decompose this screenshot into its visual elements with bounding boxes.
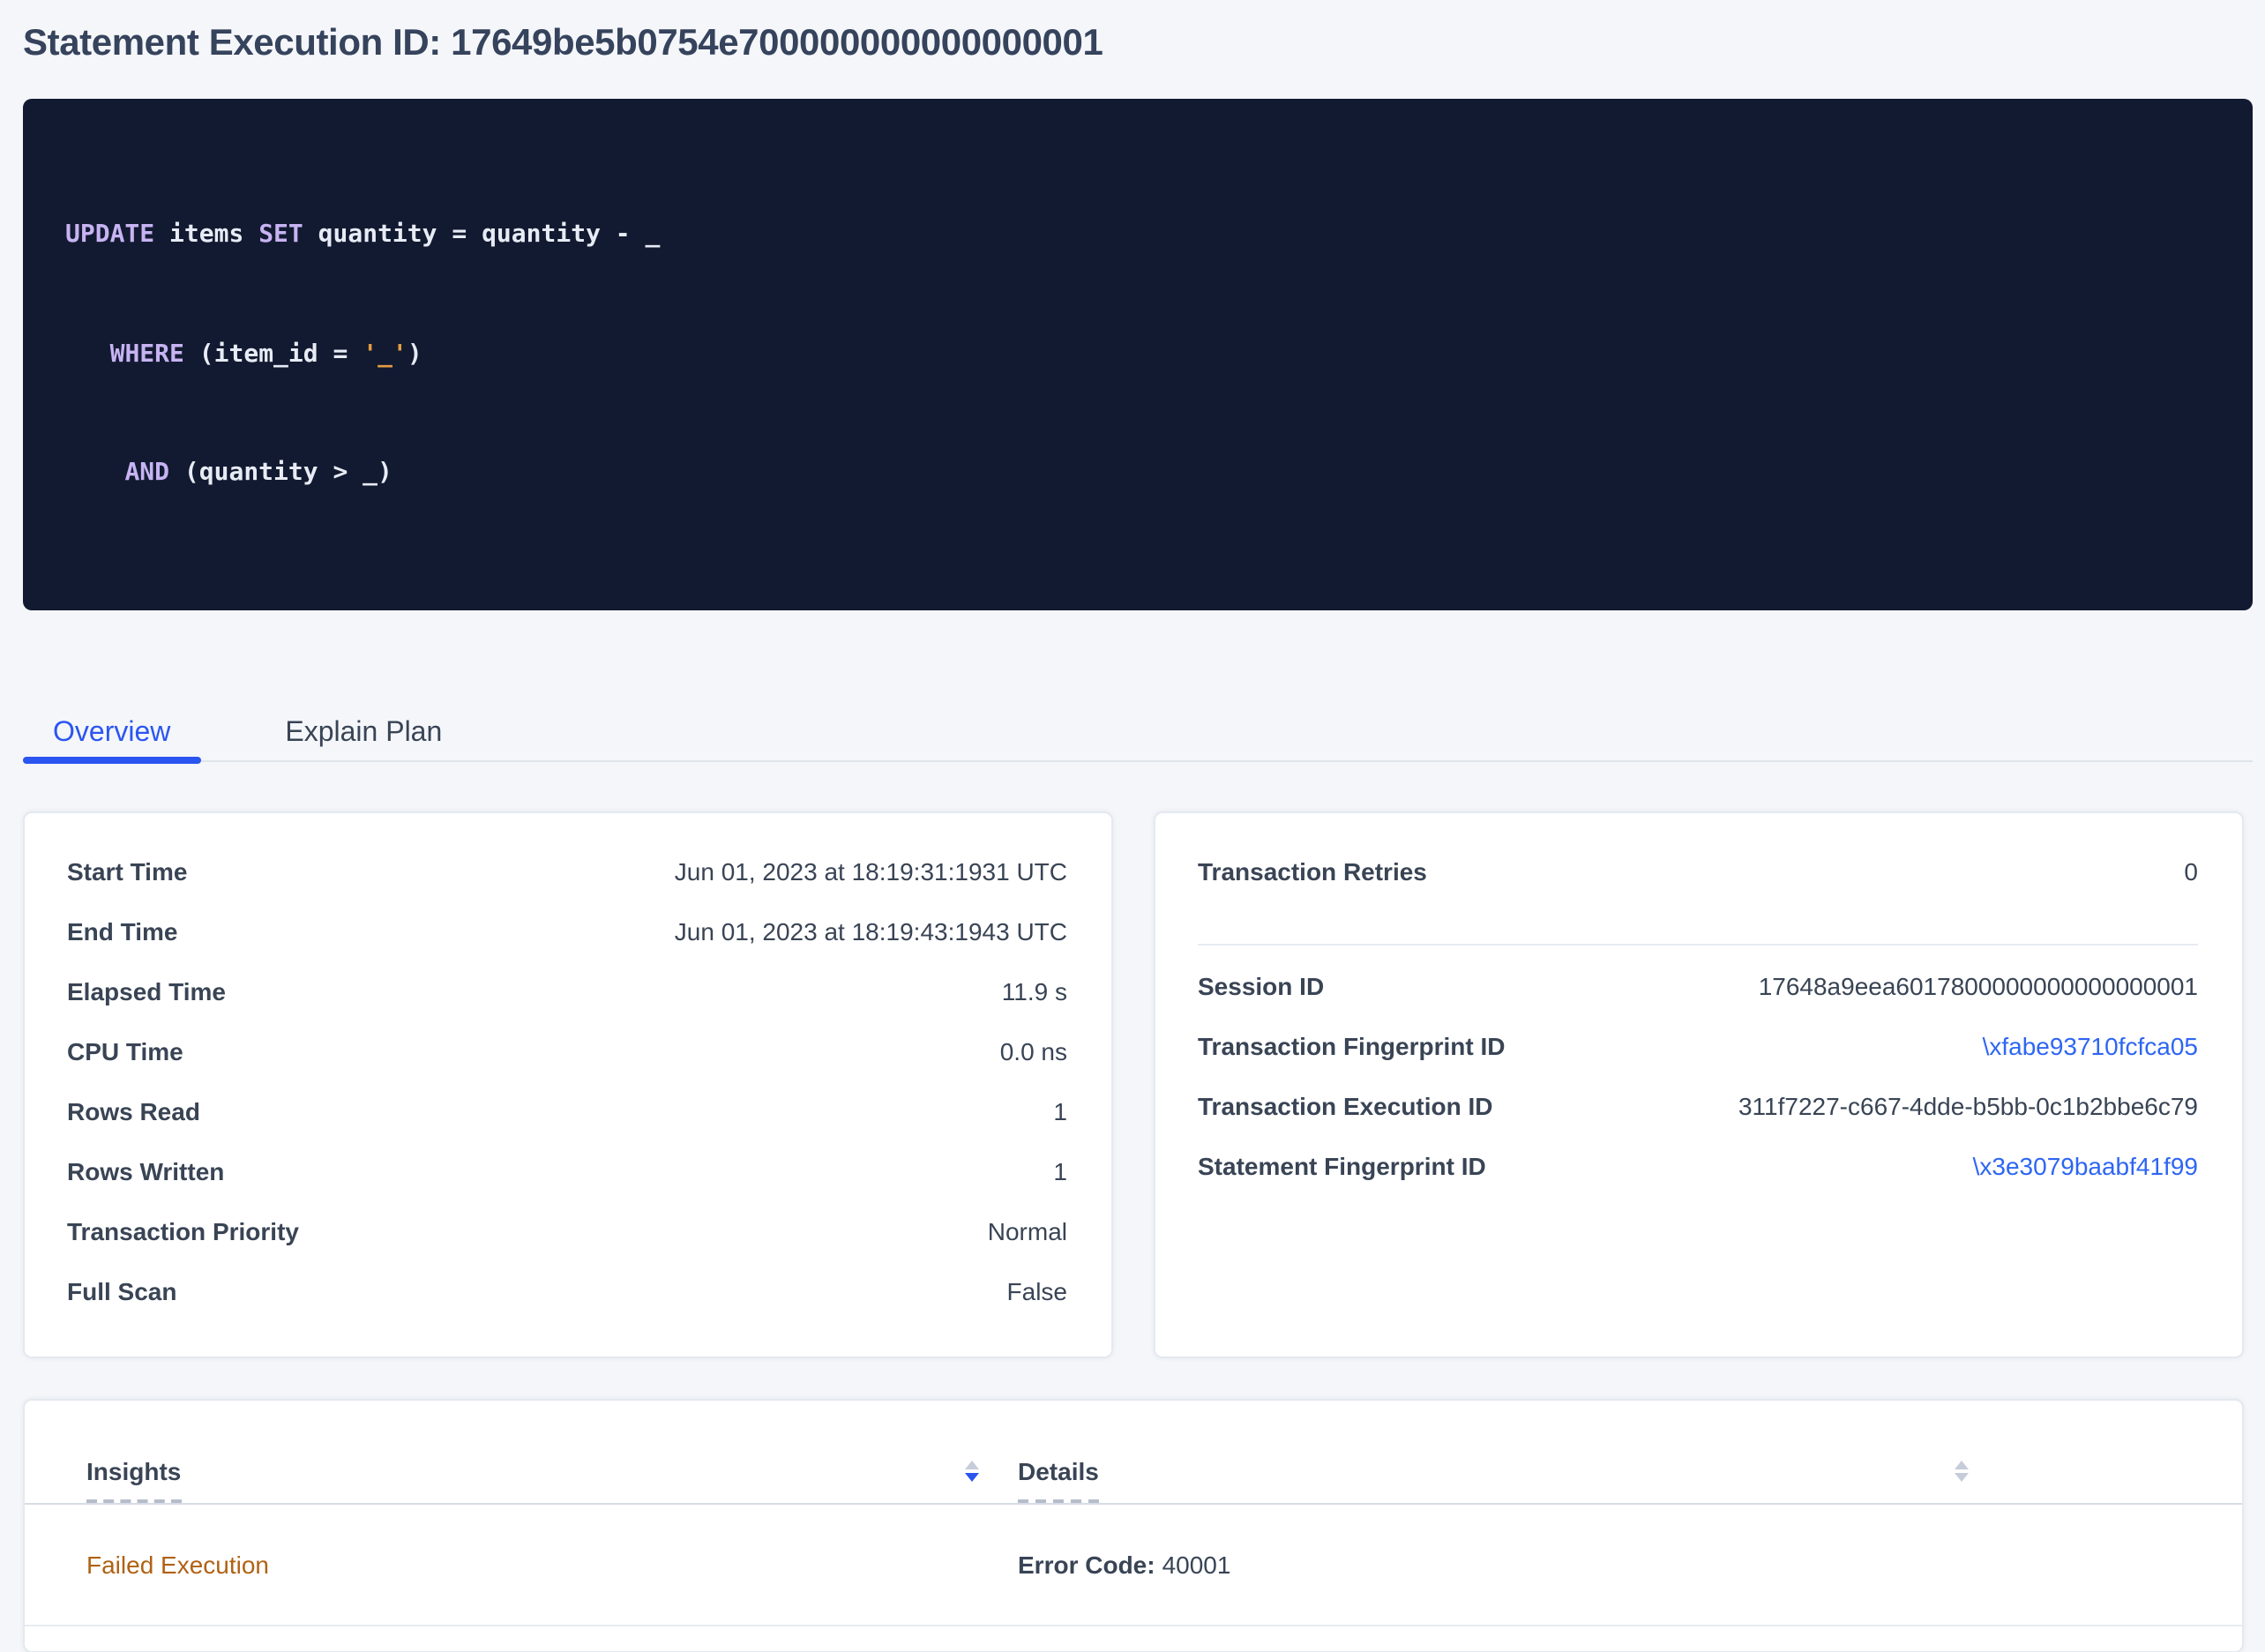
sort-asc-arrow-icon: [965, 1460, 979, 1469]
stat-value: 1: [1053, 1096, 1067, 1125]
stat-row-elapsed-time: Elapsed Time 11.9 s: [67, 961, 1067, 1020]
stat-value: Jun 01, 2023 at 18:19:43:1943 UTC: [675, 916, 1067, 945]
insights-table-header: Insights Details: [25, 1400, 2242, 1504]
stat-value: 17648a9eea6017800000000000000001: [1759, 971, 2198, 999]
sort-desc-arrow-icon: [1955, 1472, 1969, 1481]
stat-value: 0: [2184, 856, 2198, 885]
stat-label: Session ID: [1198, 971, 1324, 999]
column-label: Details: [1018, 1456, 1099, 1502]
stat-row-transaction-execution-id: Transaction Execution ID 311f7227-c667-4…: [1198, 1075, 2198, 1135]
sort-desc-arrow-icon: [965, 1472, 979, 1481]
error-code-label: Error Code:: [1018, 1550, 1155, 1578]
stat-label: End Time: [67, 916, 178, 945]
sql-line-2: WHERE (item_id = '_'): [65, 334, 2210, 374]
sql-keyword: SET: [258, 221, 303, 249]
overview-cards: Start Time Jun 01, 2023 at 18:19:31:1931…: [23, 811, 2244, 1357]
details-cell: Error Code:40001: [1018, 1550, 1979, 1578]
stat-value: Jun 01, 2023 at 18:19:31:1931 UTC: [675, 856, 1067, 885]
sql-indent: [65, 459, 124, 487]
stat-label: Rows Read: [67, 1096, 200, 1125]
column-header-insights[interactable]: Insights: [86, 1456, 990, 1484]
insight-cell: Failed Execution: [86, 1550, 990, 1578]
stat-row-transaction-priority: Transaction Priority Normal: [67, 1200, 1067, 1260]
sort-arrows-icon[interactable]: [1955, 1460, 1969, 1481]
tab-bar: Overview Explain Plan: [23, 701, 2253, 761]
transaction-info-card: Transaction Retries 0 Session ID 17648a9…: [1154, 811, 2244, 1357]
stat-value: Normal: [988, 1216, 1067, 1245]
sql-line-1: UPDATE items SET quantity = quantity - _: [65, 215, 2210, 255]
tab-explain-plan-label: Explain Plan: [285, 717, 442, 747]
sql-text: (item_id =: [184, 340, 363, 368]
tab-overview-label: Overview: [53, 717, 170, 747]
stat-row-cpu-time: CPU Time 0.0 ns: [67, 1020, 1067, 1080]
stat-row-statement-fingerprint-id: Statement Fingerprint ID \x3e3079baabf41…: [1198, 1135, 2198, 1195]
active-tab-underline: [23, 756, 200, 763]
stat-value: 11.9 s: [1002, 976, 1067, 1005]
column-header-details[interactable]: Details: [1018, 1456, 1979, 1484]
stat-label: Transaction Retries: [1198, 856, 1427, 885]
stat-row-rows-read: Rows Read 1: [67, 1080, 1067, 1140]
stat-label: CPU Time: [67, 1036, 183, 1065]
tab-overview[interactable]: Overview: [23, 701, 200, 759]
stat-value: 1: [1053, 1156, 1067, 1185]
sql-statement-box: UPDATE items SET quantity = quantity - _…: [23, 99, 2253, 609]
sort-asc-arrow-icon: [1955, 1460, 1969, 1469]
sql-text: ): [407, 340, 422, 368]
stat-value: False: [1007, 1276, 1067, 1304]
statement-execution-page: Statement Execution ID: 17649be5b0754e70…: [0, 0, 2265, 1346]
stat-row-end-time: End Time Jun 01, 2023 at 18:19:43:1943 U…: [67, 901, 1067, 961]
stat-label: Rows Written: [67, 1156, 224, 1185]
stat-value: 0.0 ns: [1000, 1036, 1067, 1065]
sql-text: (quantity > _): [169, 459, 392, 487]
page-title: Statement Execution ID: 17649be5b0754e70…: [0, 0, 2265, 65]
statement-stats-card: Start Time Jun 01, 2023 at 18:19:31:1931…: [23, 811, 1113, 1357]
insight-type-label: Failed Execution: [86, 1550, 269, 1578]
stat-row-start-time: Start Time Jun 01, 2023 at 18:19:31:1931…: [67, 841, 1067, 901]
sql-string-literal: '_': [363, 340, 407, 368]
error-code-value: 40001: [1162, 1550, 1231, 1578]
stat-row-rows-written: Rows Written 1: [67, 1140, 1067, 1200]
stat-label: Transaction Fingerprint ID: [1198, 1031, 1506, 1059]
sql-keyword: AND: [124, 459, 169, 487]
transaction-fingerprint-link[interactable]: \xfabe93710fcfca05: [1983, 1031, 2198, 1059]
sort-arrows-icon[interactable]: [965, 1460, 979, 1481]
sql-line-3: AND (quantity > _): [65, 453, 2210, 493]
stat-value: 311f7227-c667-4dde-b5bb-0c1b2bbe6c79: [1738, 1091, 2198, 1119]
stat-row-session-id: Session ID 17648a9eea6017800000000000000…: [1198, 955, 2198, 1015]
stat-row-transaction-retries: Transaction Retries 0: [1198, 841, 2198, 901]
stat-label: Elapsed Time: [67, 976, 226, 1005]
tab-explain-plan[interactable]: Explain Plan: [255, 701, 472, 759]
sql-text: quantity = quantity - _: [303, 221, 661, 249]
stat-label: Statement Fingerprint ID: [1198, 1151, 1486, 1179]
stat-label: Transaction Priority: [67, 1216, 299, 1245]
sql-text: items: [154, 221, 258, 249]
sql-keyword: UPDATE: [65, 221, 154, 249]
sql-indent: [65, 340, 110, 368]
card-divider: [1198, 943, 2198, 945]
sql-keyword: WHERE: [110, 340, 184, 368]
insights-table-card: Insights Details Failed Execution Error …: [23, 1398, 2244, 1652]
stat-label: Start Time: [67, 856, 187, 885]
column-label: Insights: [86, 1456, 181, 1502]
statement-fingerprint-link[interactable]: \x3e3079baabf41f99: [1973, 1151, 2198, 1179]
stat-label: Full Scan: [67, 1276, 176, 1304]
stat-label: Transaction Execution ID: [1198, 1091, 1493, 1119]
stat-row-transaction-fingerprint-id: Transaction Fingerprint ID \xfabe93710fc…: [1198, 1015, 2198, 1075]
table-row: Failed Execution Error Code:40001: [25, 1504, 2242, 1626]
stat-row-full-scan: Full Scan False: [67, 1260, 1067, 1320]
